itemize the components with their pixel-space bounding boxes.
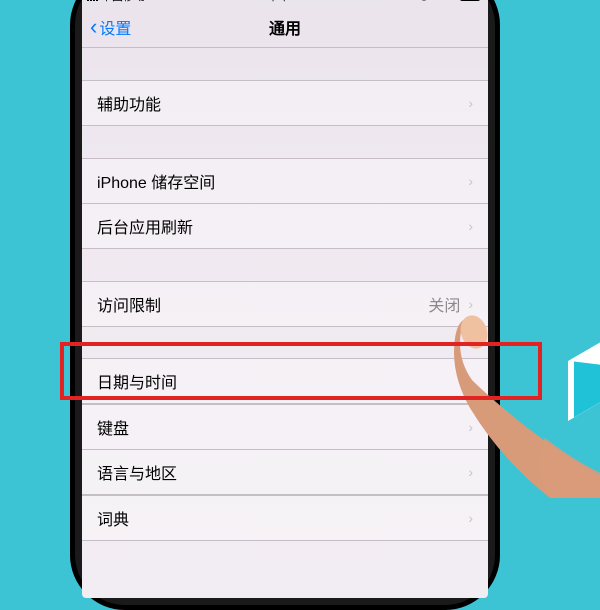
carrier-label: 中国移动 <box>101 0 145 4</box>
nav-bar: ‹ 设置 通用 <box>82 6 488 48</box>
row-label: 键盘 <box>97 415 129 439</box>
phone-frame-inner: 中国移动 下午3:24 37% <box>75 0 495 605</box>
status-left: 中国移动 <box>87 0 161 4</box>
row-label: 辅助功能 <box>97 91 161 115</box>
status-right: 37% <box>418 0 483 4</box>
row-label: 后台应用刷新 <box>97 214 193 238</box>
back-label: 设置 <box>99 15 131 39</box>
row-label: 语言与地区 <box>97 460 177 484</box>
phone-frame: 中国移动 下午3:24 37% <box>70 0 500 610</box>
screen: 中国移动 下午3:24 37% <box>82 0 488 598</box>
row-label: 词典 <box>97 506 129 530</box>
row-label: iPhone 储存空间 <box>97 169 215 193</box>
signal-icon <box>87 0 98 1</box>
chevron-right-icon: › <box>468 218 473 234</box>
orientation-lock-icon <box>418 0 430 4</box>
row-label: 访问限制 <box>97 292 161 316</box>
finger-pointer <box>430 308 600 498</box>
row-label: 日期与时间 <box>97 369 177 393</box>
chevron-right-icon: › <box>468 173 473 189</box>
settings-list: 辅助功能 › iPhone 储存空间 › 后台应用刷新 › 访问限制 关闭 <box>82 48 488 541</box>
wifi-icon <box>148 0 161 3</box>
row-language-region[interactable]: 语言与地区 › <box>82 449 488 495</box>
chevron-right-icon: › <box>468 510 473 526</box>
page-title: 通用 <box>82 15 488 39</box>
status-time: 下午3:24 <box>268 0 311 4</box>
row-background-refresh[interactable]: 后台应用刷新 › <box>82 203 488 249</box>
battery-icon <box>460 0 483 1</box>
chevron-left-icon: ‹ <box>90 16 97 38</box>
back-button[interactable]: ‹ 设置 <box>90 15 131 39</box>
row-dictionary[interactable]: 词典 › <box>82 495 488 541</box>
row-restrictions[interactable]: 访问限制 关闭 › <box>82 281 488 327</box>
chevron-right-icon: › <box>468 95 473 111</box>
battery-pct: 37% <box>434 0 456 2</box>
row-iphone-storage[interactable]: iPhone 储存空间 › <box>82 158 488 204</box>
row-date-time[interactable]: 日期与时间 › <box>82 358 488 404</box>
row-keyboard[interactable]: 键盘 › <box>82 404 488 450</box>
row-accessibility[interactable]: 辅助功能 › <box>82 80 488 126</box>
